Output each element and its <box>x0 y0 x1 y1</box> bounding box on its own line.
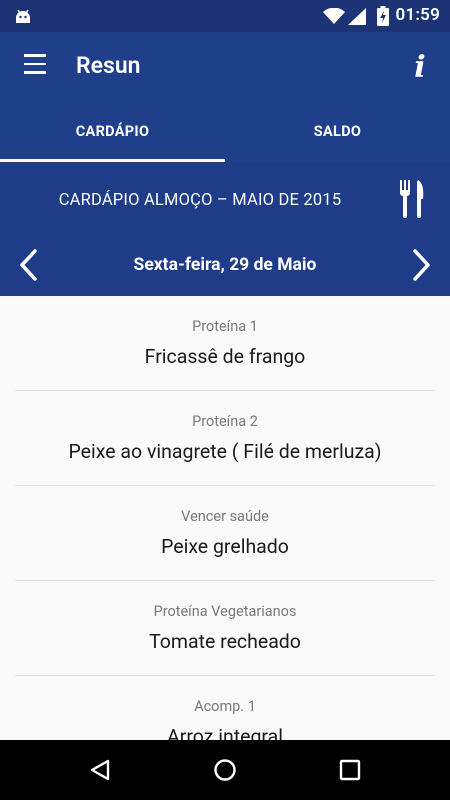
app-title: Resun <box>76 52 141 79</box>
menu-item-dish: Peixe grelhado <box>161 535 289 558</box>
list-item: Proteína 2 Peixe ao vinagrete ( Filé de … <box>15 391 435 486</box>
status-clock: 01:59 <box>395 5 440 25</box>
list-item: Acomp. 1 Arroz integral <box>15 676 435 740</box>
menu-item-category: Proteína Vegetarianos <box>153 603 297 620</box>
hamburger-menu-icon[interactable] <box>17 54 53 82</box>
menu-item-dish: Arroz integral <box>167 725 283 740</box>
list-item: Vencer saúde Peixe grelhado <box>15 486 435 581</box>
home-circle-icon[interactable] <box>213 758 237 786</box>
menu-list[interactable]: Proteína 1 Fricassê de frango Proteína 2… <box>0 296 450 740</box>
list-item: Proteína Vegetarianos Tomate recheado <box>15 581 435 676</box>
back-triangle-icon[interactable] <box>88 758 112 786</box>
battery-charging-icon <box>377 6 389 30</box>
status-bar: 01:59 <box>0 0 450 32</box>
menu-item-dish: Tomate recheado <box>149 630 301 653</box>
tab-saldo[interactable]: SALDO <box>225 104 450 162</box>
cellular-signal-icon <box>348 8 366 29</box>
recents-square-icon[interactable] <box>339 759 361 785</box>
cutlery-icon <box>399 180 425 222</box>
menu-item-category: Acomp. 1 <box>194 698 256 715</box>
android-notification-icon <box>13 7 33 31</box>
list-item: Proteína 1 Fricassê de frango <box>15 296 435 391</box>
system-navigation-bar <box>0 740 450 800</box>
menu-header: CARDÁPIO ALMOÇO – MAIO DE 2015 Sexta-fei… <box>0 162 450 296</box>
menu-item-dish: Peixe ao vinagrete ( Filé de merluza) <box>68 440 382 463</box>
app-bar: Resun i <box>0 32 450 104</box>
current-date-label: Sexta-feira, 29 de Maio <box>133 255 317 275</box>
menu-title: CARDÁPIO ALMOÇO – MAIO DE 2015 <box>58 191 342 210</box>
next-day-chevron-icon[interactable] <box>410 248 432 286</box>
tab-cardapio[interactable]: CARDÁPIO <box>0 104 225 162</box>
menu-item-category: Proteína 2 <box>192 413 258 430</box>
menu-item-category: Vencer saúde <box>181 508 269 525</box>
menu-item-category: Proteína 1 <box>192 318 258 335</box>
info-icon[interactable]: i <box>406 48 434 88</box>
menu-item-dish: Fricassê de frango <box>144 345 306 368</box>
tab-bar: CARDÁPIO SALDO <box>0 104 450 162</box>
wifi-icon <box>323 7 345 29</box>
